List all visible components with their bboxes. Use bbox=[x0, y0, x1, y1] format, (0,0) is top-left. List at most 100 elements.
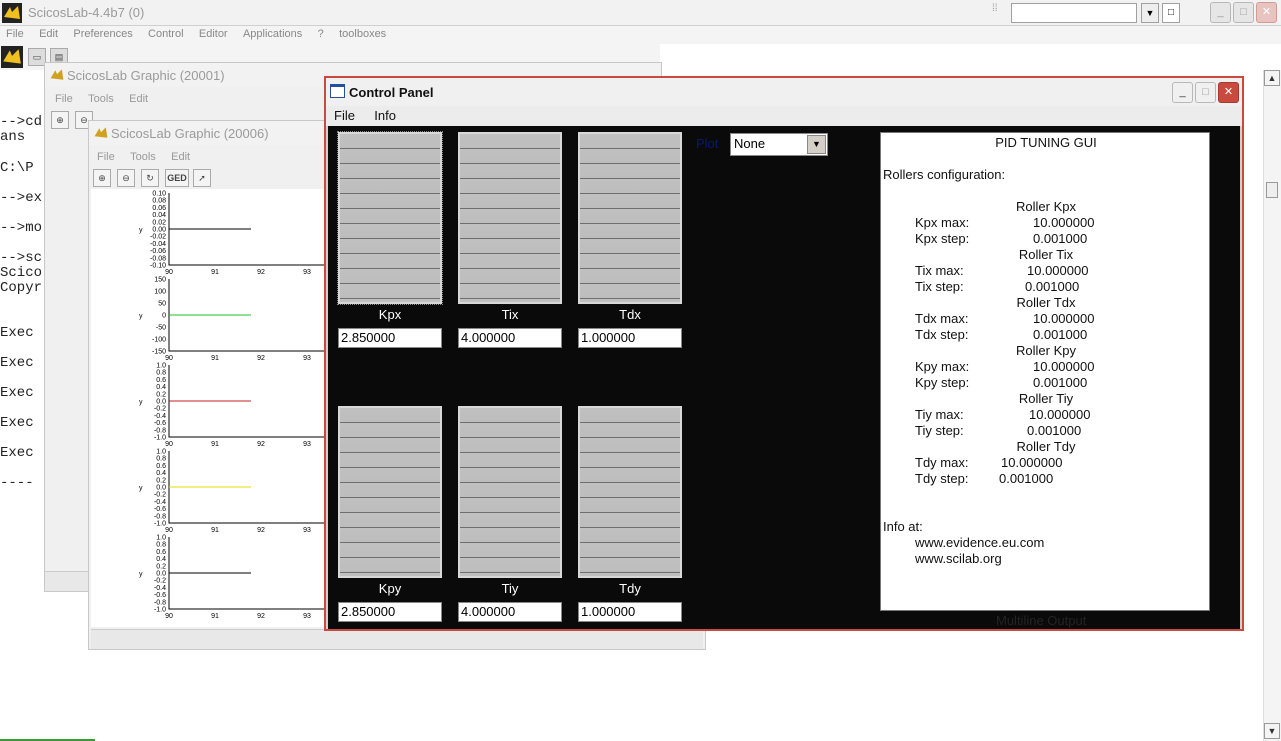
scroll-thumb[interactable] bbox=[1266, 182, 1278, 198]
info-roller-max-label: Tix max: bbox=[915, 263, 964, 278]
info-roller-max-value: 10.000000 bbox=[1029, 407, 1091, 422]
info-roller-name: Roller Kpy bbox=[1016, 343, 1076, 358]
x-tick-label: 92 bbox=[257, 441, 265, 448]
menu-applications[interactable]: Applications bbox=[237, 26, 308, 40]
y-tick-label: 0.6 bbox=[156, 549, 166, 556]
menu-toolboxes[interactable]: toolboxes bbox=[333, 26, 392, 40]
control-panel-title: Control Panel bbox=[349, 85, 434, 100]
roller-value-kpy[interactable]: 2.850000 bbox=[338, 602, 442, 622]
y-tick-label: -0.6 bbox=[154, 420, 166, 427]
rotate-icon[interactable]: ↻ bbox=[141, 169, 159, 187]
plot-select[interactable]: None ▼ bbox=[730, 133, 828, 156]
menu-edit[interactable]: Edit bbox=[165, 151, 196, 163]
info-text-area[interactable]: PID TUNING GUI Rollers configuration: Ro… bbox=[880, 132, 1210, 611]
info-link[interactable]: www.evidence.eu.com bbox=[915, 535, 1044, 550]
grip-icon[interactable]: ⁞⁞ bbox=[992, 4, 1006, 21]
roller-value-tiy[interactable]: 4.000000 bbox=[458, 602, 562, 622]
y-tick-label: -0.6 bbox=[154, 592, 166, 599]
info-roller-name: Roller Tiy bbox=[1018, 391, 1074, 406]
subplot: 1.00.80.60.40.20.0-0.2-0.4-0.6-0.8-1.0y9… bbox=[139, 449, 325, 534]
control-panel-titlebar[interactable]: Control Panel _ □ ✕ bbox=[326, 78, 1242, 106]
console-line: ans bbox=[0, 129, 26, 145]
menu-preferences[interactable]: Preferences bbox=[67, 26, 138, 40]
menu-file[interactable]: File bbox=[91, 151, 121, 163]
roller-tix[interactable] bbox=[458, 132, 562, 304]
info-roller-step-value: 0.001000 bbox=[1033, 327, 1088, 342]
menu-editor[interactable]: Editor bbox=[193, 26, 234, 40]
scroll-up-icon[interactable]: ▲ bbox=[1264, 70, 1280, 86]
menu-file[interactable]: File bbox=[0, 26, 30, 40]
menu-info[interactable]: Info bbox=[366, 106, 404, 123]
y-tick-label: -0.02 bbox=[150, 234, 166, 241]
y-tick-label: 0.2 bbox=[156, 391, 166, 398]
zoom-in-icon[interactable]: ⊕ bbox=[51, 111, 69, 129]
console-line: Exec bbox=[0, 325, 34, 341]
y-tick-label: 100 bbox=[154, 289, 166, 296]
control-panel-window[interactable]: Control Panel _ □ ✕ File Info Kpx 2.8500… bbox=[324, 76, 1244, 631]
info-roller-max-label: Tdy max: bbox=[915, 455, 969, 470]
y-tick-label: -0.4 bbox=[154, 413, 166, 420]
menu-edit[interactable]: Edit bbox=[33, 26, 64, 40]
restore-box-icon[interactable]: □ bbox=[1162, 3, 1180, 23]
info-roller-max-label: Kpx max: bbox=[915, 215, 970, 230]
info-link[interactable]: www.scilab.org bbox=[915, 551, 1002, 566]
control-panel-body: Kpx 2.850000 Tix 4.000000 Tdx 1.000000 K… bbox=[328, 126, 1240, 629]
close-button[interactable]: ✕ bbox=[1218, 82, 1239, 103]
y-tick-label: 0.8 bbox=[156, 542, 166, 549]
subplot: 150 100 50 0 -50 -100 -150 y 90 91 92 93 bbox=[139, 277, 325, 362]
scicoslab-logo-icon bbox=[50, 69, 64, 80]
menu-help[interactable]: ? bbox=[312, 26, 330, 40]
roller-kpy[interactable] bbox=[338, 406, 442, 578]
scicoslab-icon[interactable] bbox=[1, 46, 23, 68]
console-scrollbar[interactable]: ▲ ▼ bbox=[1263, 70, 1281, 741]
chevron-down-icon[interactable]: ▼ bbox=[807, 135, 826, 154]
roller-tdy[interactable] bbox=[578, 406, 682, 578]
minimize-button[interactable]: _ bbox=[1172, 82, 1193, 103]
x-tick-label: 93 bbox=[303, 355, 311, 362]
y-tick-label: -0.2 bbox=[154, 578, 166, 585]
y-tick-label: 0.00 bbox=[152, 227, 166, 234]
chevron-down-icon[interactable]: ▼ bbox=[1141, 3, 1159, 23]
console-line: Exec bbox=[0, 415, 34, 431]
roller-label-tiy: Tiy bbox=[501, 581, 519, 596]
roller-kpx[interactable] bbox=[337, 131, 443, 305]
zoom-out-icon[interactable]: ⊖ bbox=[117, 169, 135, 187]
zoom-in-icon[interactable]: ⊕ bbox=[93, 169, 111, 187]
scroll-down-icon[interactable]: ▼ bbox=[1264, 723, 1280, 739]
ged-button[interactable]: GED bbox=[165, 169, 189, 187]
console-line: Exec bbox=[0, 355, 34, 371]
close-button[interactable]: ✕ bbox=[1256, 2, 1277, 23]
y-tick-label: 1.0 bbox=[156, 449, 166, 456]
roller-value-tdy[interactable]: 1.000000 bbox=[578, 602, 682, 622]
y-tick-label: 0.6 bbox=[156, 377, 166, 384]
y-tick-label: 0.0 bbox=[156, 485, 166, 492]
roller-value-tdx[interactable]: 1.000000 bbox=[578, 328, 682, 348]
main-menubar: File Edit Preferences Control Editor App… bbox=[0, 26, 1281, 44]
menu-file[interactable]: File bbox=[326, 106, 363, 123]
maximize-button[interactable]: □ bbox=[1233, 2, 1254, 23]
y-tick-label: 0.6 bbox=[156, 463, 166, 470]
roller-label-kpy: Kpy bbox=[378, 581, 402, 596]
minimize-button[interactable]: _ bbox=[1210, 2, 1231, 23]
menu-tools[interactable]: Tools bbox=[124, 151, 162, 163]
y-tick-label: -0.4 bbox=[154, 499, 166, 506]
y-axis-label: y bbox=[139, 571, 143, 578]
plot-area[interactable]: 0.10 0.08 0.06 0.04 0.02 0.00 -0.02 -0.04 -0.06-… bbox=[91, 189, 325, 627]
main-window-title: ScicosLab-4.4b7 (0) bbox=[28, 5, 145, 20]
menu-control[interactable]: Control bbox=[142, 26, 189, 40]
y-tick-label: 0.06 bbox=[152, 205, 166, 212]
console-line: -->sc bbox=[0, 250, 43, 266]
y-tick-label: 1.0 bbox=[156, 535, 166, 542]
roller-tdx[interactable] bbox=[578, 132, 682, 304]
menu-edit[interactable]: Edit bbox=[123, 93, 154, 105]
menu-tools[interactable]: Tools bbox=[82, 93, 120, 105]
subplot: 0.100.080.060.040.020.00-0.02-0.04-0.06-… bbox=[139, 191, 325, 276]
roller-value-tix[interactable]: 4.000000 bbox=[458, 328, 562, 348]
roller-tiy[interactable] bbox=[458, 406, 562, 578]
maximize-button[interactable]: □ bbox=[1195, 82, 1216, 103]
pointer-icon[interactable]: ➚ bbox=[193, 169, 211, 187]
roller-value-kpx[interactable]: 2.850000 bbox=[338, 328, 442, 348]
menu-file[interactable]: File bbox=[49, 93, 79, 105]
command-combo-input[interactable] bbox=[1011, 3, 1137, 23]
main-window-titlebar[interactable]: ScicosLab-4.4b7 (0) ⁞⁞ ▼ □ _ □ ✕ bbox=[0, 0, 1281, 26]
